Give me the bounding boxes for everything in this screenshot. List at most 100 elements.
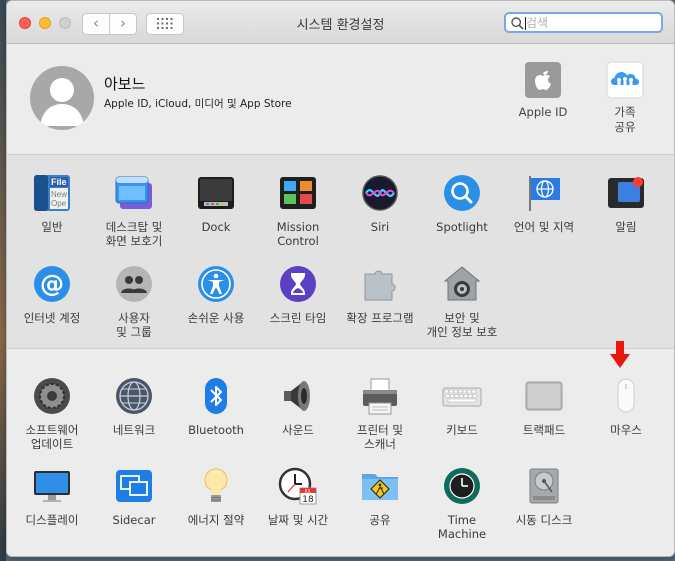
notifications-icon	[606, 173, 646, 213]
pane-date-time[interactable]: JUL 18 날짜 및 시간	[257, 466, 339, 527]
hardware-panes-section: 소프트웨어 업데이트 네트워크 Bluetooth 사운드 프린터 및 스캐너 …	[7, 349, 674, 556]
pane-label: 가족 공유	[614, 105, 636, 134]
pane-label: 언어 및 지역	[513, 220, 575, 234]
pane-extensions[interactable]: 확장 프로그램	[339, 264, 421, 325]
pane-screen-time[interactable]: 스크린 타임	[257, 264, 339, 325]
user-silhouette-icon	[40, 78, 84, 126]
pane-time-machine[interactable]: Time Machine	[421, 466, 503, 541]
pane-displays[interactable]: 디스플레이	[11, 466, 93, 527]
sound-icon	[278, 376, 318, 416]
pane-trackpad[interactable]: 트랙패드	[503, 376, 585, 437]
pane-label: Siri	[370, 220, 390, 234]
apple-id-section: 아보느 Apple ID, iCloud, 미디어 및 App Store Ap…	[7, 44, 674, 155]
keyboard-icon	[442, 376, 482, 416]
general-icon: File New Ope	[32, 173, 72, 213]
pane-label: Time Machine	[437, 513, 487, 541]
pane-label: 에너지 절약	[187, 513, 245, 527]
internet-accounts-icon: @	[32, 264, 72, 304]
lightbulb-icon	[196, 466, 236, 506]
title-bar: ‹ › 시스템 환경설정	[7, 1, 674, 44]
spotlight-icon	[442, 173, 482, 213]
user-subtitle: Apple ID, iCloud, 미디어 및 App Store	[104, 98, 292, 110]
system-preferences-window: ‹ › 시스템 환경설정 검색 아보느 Apple ID, iCloud, 미디…	[6, 0, 675, 557]
pane-bluetooth[interactable]: Bluetooth	[175, 376, 257, 437]
pane-label: Dock	[201, 220, 231, 234]
pane-spotlight[interactable]: Spotlight	[421, 173, 503, 234]
pane-family-sharing[interactable]: 가족 공유	[585, 61, 665, 135]
pane-label: 인터넷 계정	[23, 311, 81, 325]
pane-sidecar[interactable]: Sidecar	[93, 466, 175, 527]
pane-users-groups[interactable]: 사용자 및 그룹	[93, 264, 175, 339]
pane-label: 알림	[615, 220, 637, 234]
search-input[interactable]	[526, 15, 656, 31]
pane-security-privacy[interactable]: 보안 및 개인 정보 보호	[421, 264, 503, 339]
svg-text:@: @	[40, 270, 64, 298]
siri-icon	[360, 173, 400, 213]
pane-label: 소프트웨어 업데이트	[25, 423, 79, 451]
pane-label: 공유	[369, 513, 391, 527]
pane-label: 디스플레이	[25, 513, 79, 527]
pane-printers-scanners[interactable]: 프린터 및 스캐너	[339, 376, 421, 451]
pane-general[interactable]: File New Ope 일반	[11, 173, 93, 234]
dock-icon	[196, 173, 236, 213]
pane-label: 네트워크	[112, 423, 156, 437]
pane-sound[interactable]: 사운드	[257, 376, 339, 437]
mouse-icon	[606, 376, 646, 416]
pane-label: 날짜 및 시간	[267, 513, 329, 527]
mission-control-icon	[278, 173, 318, 213]
printer-icon	[360, 376, 400, 416]
pane-label: 키보드	[446, 423, 478, 437]
pane-label: 보안 및 개인 정보 보호	[426, 311, 498, 339]
display-icon	[32, 466, 72, 506]
pane-dock[interactable]: Dock	[175, 173, 257, 234]
users-groups-icon	[114, 264, 154, 304]
screen-time-icon	[278, 264, 318, 304]
pane-label: 손쉬운 사용	[187, 311, 245, 325]
search-field[interactable]	[504, 12, 663, 33]
pane-internet-accounts[interactable]: @ 인터넷 계정	[11, 264, 93, 325]
pane-label: Sidecar	[112, 513, 156, 527]
pane-language-region[interactable]: 언어 및 지역	[503, 173, 585, 234]
network-icon	[114, 376, 154, 416]
pane-siri[interactable]: Siri	[339, 173, 421, 234]
avatar[interactable]	[30, 66, 94, 130]
pane-label: 확장 프로그램	[346, 311, 414, 325]
pane-label: Apple ID	[518, 105, 568, 119]
bluetooth-icon	[196, 376, 236, 416]
software-update-icon	[32, 376, 72, 416]
pane-sharing[interactable]: 공유	[339, 466, 421, 527]
time-machine-icon	[442, 466, 482, 506]
startup-disk-icon	[524, 466, 564, 506]
pane-accessibility[interactable]: 손쉬운 사용	[175, 264, 257, 325]
pane-mission-control[interactable]: Mission Control	[257, 173, 339, 248]
pane-label: 스크린 타임	[269, 311, 327, 325]
pane-energy-saver[interactable]: 에너지 절약	[175, 466, 257, 527]
pane-keyboard[interactable]: 키보드	[421, 376, 503, 437]
pane-label: 시동 디스크	[515, 513, 573, 527]
pane-notifications[interactable]: 알림	[585, 173, 667, 234]
pane-network[interactable]: 네트워크	[93, 376, 175, 437]
pane-label: 데스크탑 및 화면 보호기	[105, 220, 163, 248]
pane-label: Bluetooth	[188, 423, 244, 437]
family-sharing-icon	[606, 61, 644, 99]
pane-label: 사운드	[282, 423, 314, 437]
apple-logo-icon	[524, 61, 562, 99]
pane-desktop-screensaver[interactable]: 데스크탑 및 화면 보호기	[93, 173, 175, 248]
pane-apple-id[interactable]: Apple ID	[503, 61, 583, 120]
desktop-icon	[114, 173, 154, 213]
pane-label: 사용자 및 그룹	[116, 311, 152, 339]
trackpad-icon	[524, 376, 564, 416]
calendar-day: 18	[302, 495, 314, 505]
pane-startup-disk[interactable]: 시동 디스크	[503, 466, 585, 527]
pane-software-update[interactable]: 소프트웨어 업데이트	[11, 376, 93, 451]
search-icon	[511, 17, 524, 30]
svg-text:File: File	[51, 177, 67, 187]
sharing-folder-icon	[360, 466, 400, 506]
personal-panes-section: File New Ope 일반 데스크탑 및 화면 보호기 Dock Missi…	[7, 155, 674, 349]
user-name[interactable]: 아보느	[104, 73, 145, 94]
sidecar-icon	[114, 466, 154, 506]
security-house-icon	[442, 264, 482, 304]
accessibility-icon	[196, 264, 236, 304]
pane-label: Spotlight	[436, 220, 488, 234]
pane-mouse[interactable]: 마우스	[585, 376, 667, 437]
